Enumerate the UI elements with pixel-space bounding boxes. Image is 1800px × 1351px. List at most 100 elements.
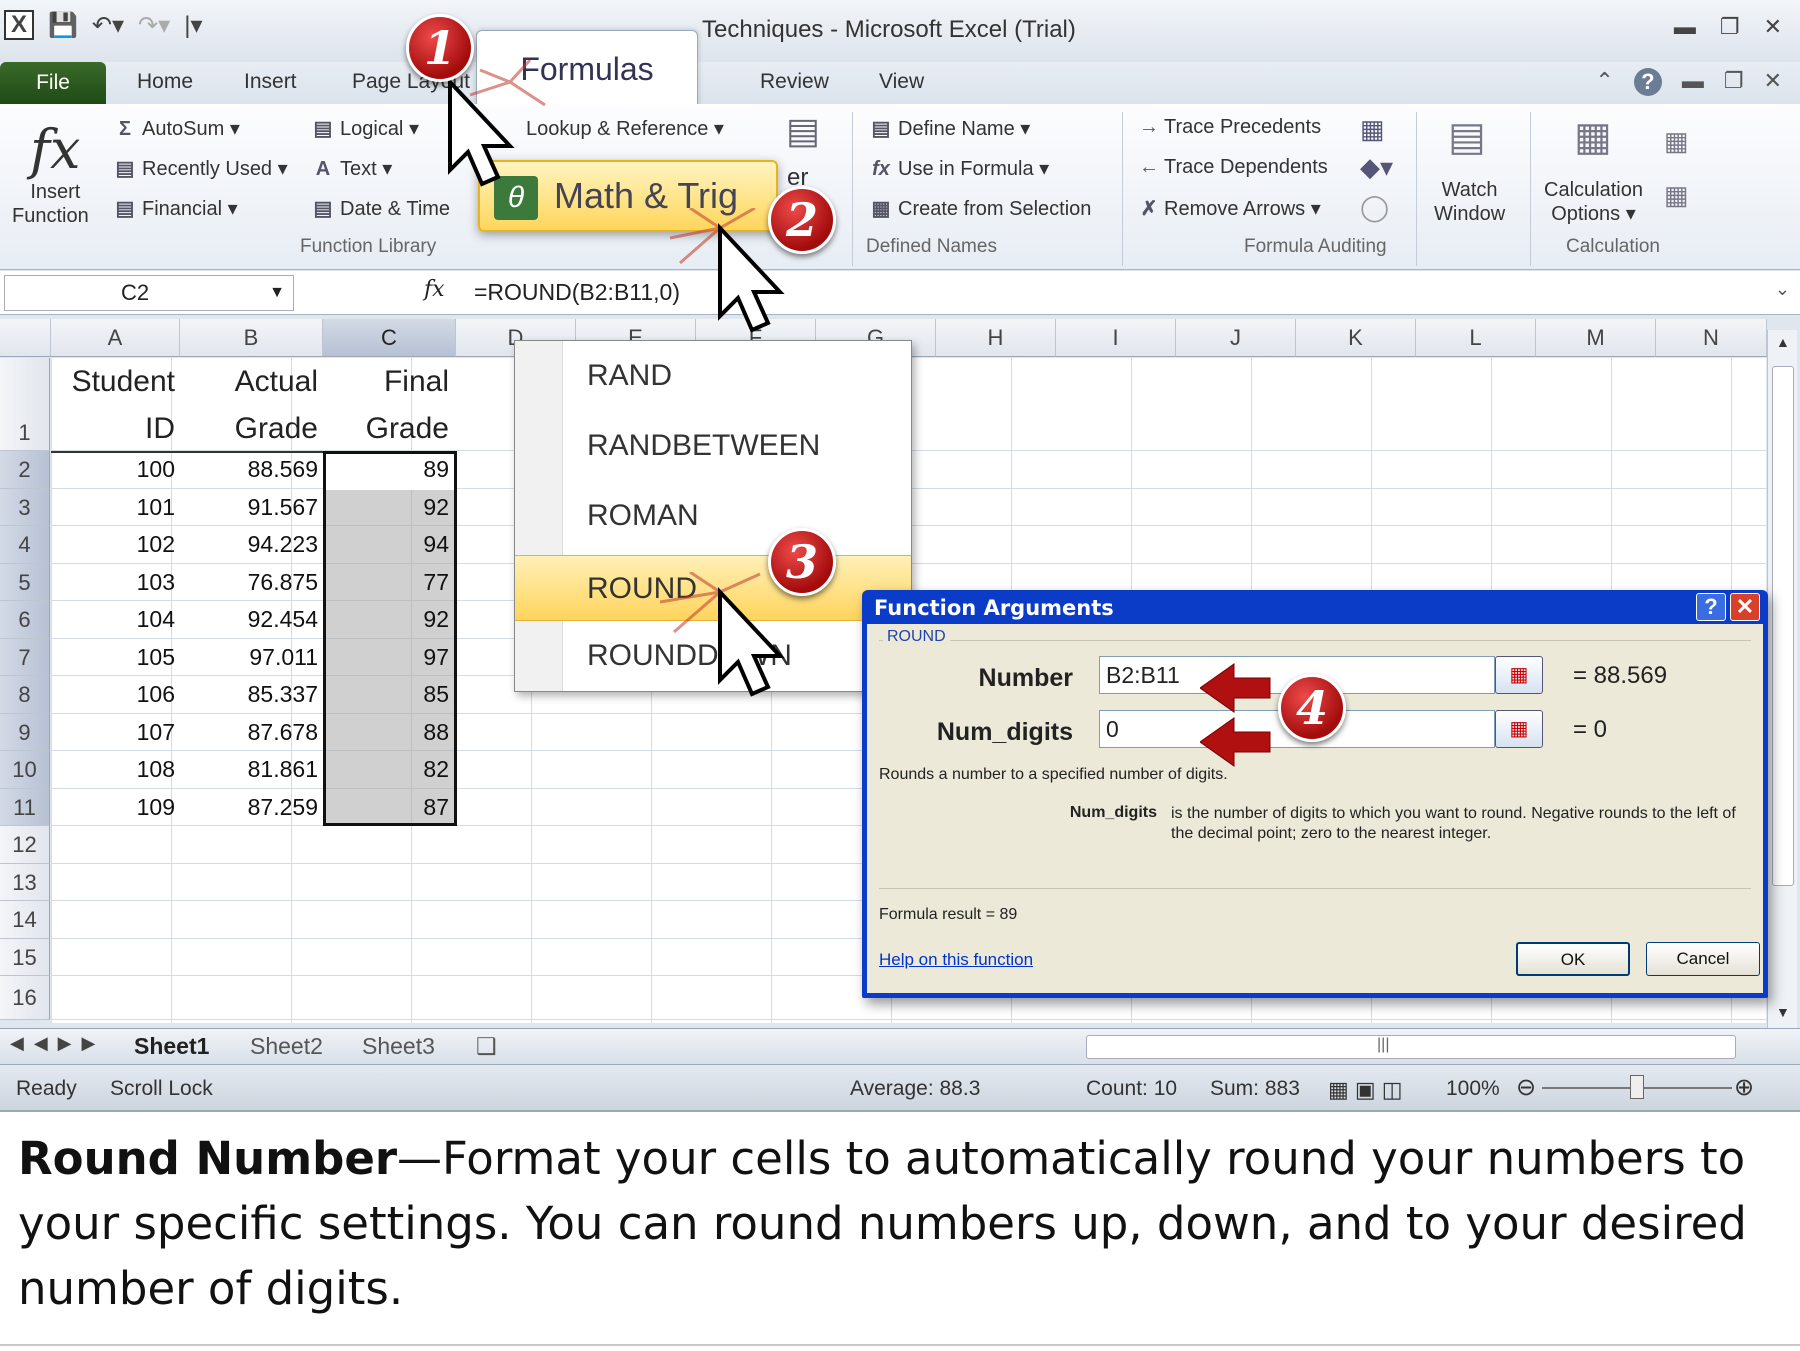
sheet-nav-icon[interactable]: ◀◀▶▶: [10, 1033, 105, 1054]
watch-window-button[interactable]: Watch Window: [1434, 178, 1505, 226]
help-icon[interactable]: ?: [1633, 68, 1662, 96]
vertical-scroll-thumb[interactable]: [1772, 366, 1794, 886]
insert-function-button[interactable]: Insert Function: [12, 180, 89, 228]
vertical-scrollbar[interactable]: ▲ ▼: [1767, 330, 1797, 1030]
cell-final-row-10[interactable]: 82: [323, 756, 449, 783]
formula-input[interactable]: =ROUND(B2:B11,0): [474, 279, 680, 306]
column-header-j[interactable]: J: [1176, 319, 1296, 357]
zoom-level[interactable]: 100%: [1446, 1077, 1500, 1101]
insert-function-icon[interactable]: fx: [30, 118, 80, 181]
row-header-2[interactable]: 2: [0, 451, 50, 489]
row-header-14[interactable]: 14: [0, 901, 50, 939]
column-header-m[interactable]: M: [1536, 319, 1656, 357]
define-name-button[interactable]: ▤ Define Name ▾: [868, 116, 1031, 141]
row-header-8[interactable]: 8: [0, 676, 50, 714]
dialog-help-icon[interactable]: ?: [1696, 593, 1726, 621]
financial-button[interactable]: ▤ Financial ▾: [112, 196, 238, 221]
remove-arrows-button[interactable]: ✗ Remove Arrows ▾: [1138, 196, 1321, 221]
sheet-tab-2[interactable]: Sheet2: [250, 1033, 323, 1060]
column-header-h[interactable]: H: [936, 319, 1056, 357]
lookup-reference-button[interactable]: Lookup & Reference ▾: [526, 116, 724, 141]
ok-button[interactable]: OK: [1516, 942, 1630, 976]
dialog-close-icon[interactable]: ✕: [1730, 593, 1760, 621]
row-header-16[interactable]: 16: [0, 976, 50, 1020]
calculate-now-icon[interactable]: ▦: [1664, 126, 1689, 157]
insert-sheet-icon[interactable]: ❑: [476, 1033, 497, 1060]
trace-dependents-button[interactable]: ← Trace Dependents: [1138, 156, 1328, 179]
row-header-1[interactable]: 1: [0, 358, 50, 451]
row-header-9[interactable]: 9: [0, 714, 50, 751]
name-box-dropdown-icon[interactable]: ▼: [269, 276, 285, 310]
menu-item-roman[interactable]: ROMAN: [587, 499, 699, 533]
cell-final-row-6[interactable]: 92: [323, 606, 449, 633]
row-header-13[interactable]: 13: [0, 864, 50, 901]
scroll-down-icon[interactable]: ▼: [1776, 1004, 1790, 1020]
menu-item-randbetween[interactable]: RANDBETWEEN: [587, 429, 820, 463]
expand-formula-bar-icon[interactable]: ⌄: [1775, 279, 1790, 300]
cancel-button[interactable]: Cancel: [1646, 942, 1760, 976]
tab-view[interactable]: View: [879, 70, 924, 94]
select-all-corner[interactable]: [0, 319, 51, 357]
tab-home[interactable]: Home: [137, 70, 193, 94]
name-manager-icon[interactable]: ▤: [786, 110, 820, 152]
row-header-11[interactable]: 11: [0, 789, 50, 826]
redo-icon[interactable]: ↷▾: [138, 11, 170, 40]
horizontal-scrollbar[interactable]: |||: [1086, 1035, 1736, 1059]
sheet-tab-3[interactable]: Sheet3: [362, 1033, 435, 1060]
row-header-7[interactable]: 7: [0, 639, 50, 676]
close-icon[interactable]: ✕: [1764, 14, 1782, 40]
sheet-tab-1[interactable]: Sheet1: [134, 1033, 209, 1060]
collapse-ribbon-icon[interactable]: ⌃: [1595, 68, 1613, 96]
cell-final-row-8[interactable]: 85: [323, 681, 449, 708]
doc-minimize-icon[interactable]: ▬: [1682, 68, 1704, 96]
calculation-options-button[interactable]: Calculation Options ▾: [1544, 178, 1643, 226]
restore-icon[interactable]: ❐: [1720, 14, 1740, 40]
column-header-n[interactable]: N: [1656, 319, 1767, 357]
undo-icon[interactable]: ↶▾: [92, 11, 124, 40]
customize-qat-icon[interactable]: |▾: [184, 11, 202, 40]
create-from-selection-button[interactable]: ▦ Create from Selection: [868, 196, 1092, 221]
scroll-up-icon[interactable]: ▲: [1776, 334, 1790, 350]
cell-a1[interactable]: Student ID: [51, 358, 175, 452]
show-formulas-icon[interactable]: ▦: [1360, 114, 1385, 145]
collapse-dialog-icon[interactable]: ▦: [1495, 656, 1543, 694]
zoom-slider-thumb[interactable]: [1630, 1075, 1644, 1099]
cell-final-row-9[interactable]: 88: [323, 719, 449, 746]
column-header-c[interactable]: C: [323, 319, 456, 357]
tab-review[interactable]: Review: [760, 70, 829, 94]
tab-file[interactable]: File: [0, 62, 106, 104]
calculate-sheet-icon[interactable]: ▦: [1664, 180, 1689, 211]
column-header-i[interactable]: I: [1056, 319, 1176, 357]
cell-c1[interactable]: Final Grade: [323, 358, 449, 452]
column-header-k[interactable]: K: [1296, 319, 1416, 357]
cell-final-row-11[interactable]: 87: [323, 794, 449, 821]
cell-final-row-5[interactable]: 77: [323, 569, 449, 596]
cell-b1[interactable]: Actual Grade: [180, 358, 318, 452]
row-header-15[interactable]: 15: [0, 939, 50, 976]
row-header-4[interactable]: 4: [0, 526, 50, 564]
doc-close-icon[interactable]: ✕: [1764, 68, 1782, 96]
insert-function-fx-icon[interactable]: fx: [424, 277, 445, 302]
tab-insert[interactable]: Insert: [244, 70, 297, 94]
excel-logo-icon[interactable]: X: [4, 10, 34, 40]
help-on-function-link[interactable]: Help on this function: [879, 950, 1033, 970]
text-button[interactable]: A Text ▾: [310, 156, 393, 181]
cell-final-row-7[interactable]: 97: [323, 644, 449, 671]
menu-item-rand[interactable]: RAND: [587, 359, 672, 393]
column-header-a[interactable]: A: [51, 319, 180, 357]
row-header-6[interactable]: 6: [0, 601, 50, 639]
save-icon[interactable]: 💾: [48, 11, 78, 40]
use-in-formula-button[interactable]: fx Use in Formula ▾: [868, 156, 1049, 181]
row-header-3[interactable]: 3: [0, 489, 50, 526]
row-header-12[interactable]: 12: [0, 826, 50, 864]
evaluate-formula-icon[interactable]: ◯: [1360, 192, 1389, 223]
zoom-in-icon[interactable]: ⊕: [1734, 1073, 1754, 1102]
doc-restore-icon[interactable]: ❐: [1724, 68, 1744, 96]
cell-final-row-2[interactable]: 89: [323, 456, 449, 483]
zoom-out-icon[interactable]: ⊖: [1516, 1073, 1536, 1102]
error-checking-icon[interactable]: ◆▾: [1360, 152, 1393, 183]
recently-used-button[interactable]: ▤ Recently Used ▾: [112, 156, 288, 181]
autosum-button[interactable]: Σ AutoSum ▾: [112, 116, 240, 141]
cell-final-row-4[interactable]: 94: [323, 531, 449, 558]
name-box[interactable]: C2 ▼: [4, 275, 294, 311]
